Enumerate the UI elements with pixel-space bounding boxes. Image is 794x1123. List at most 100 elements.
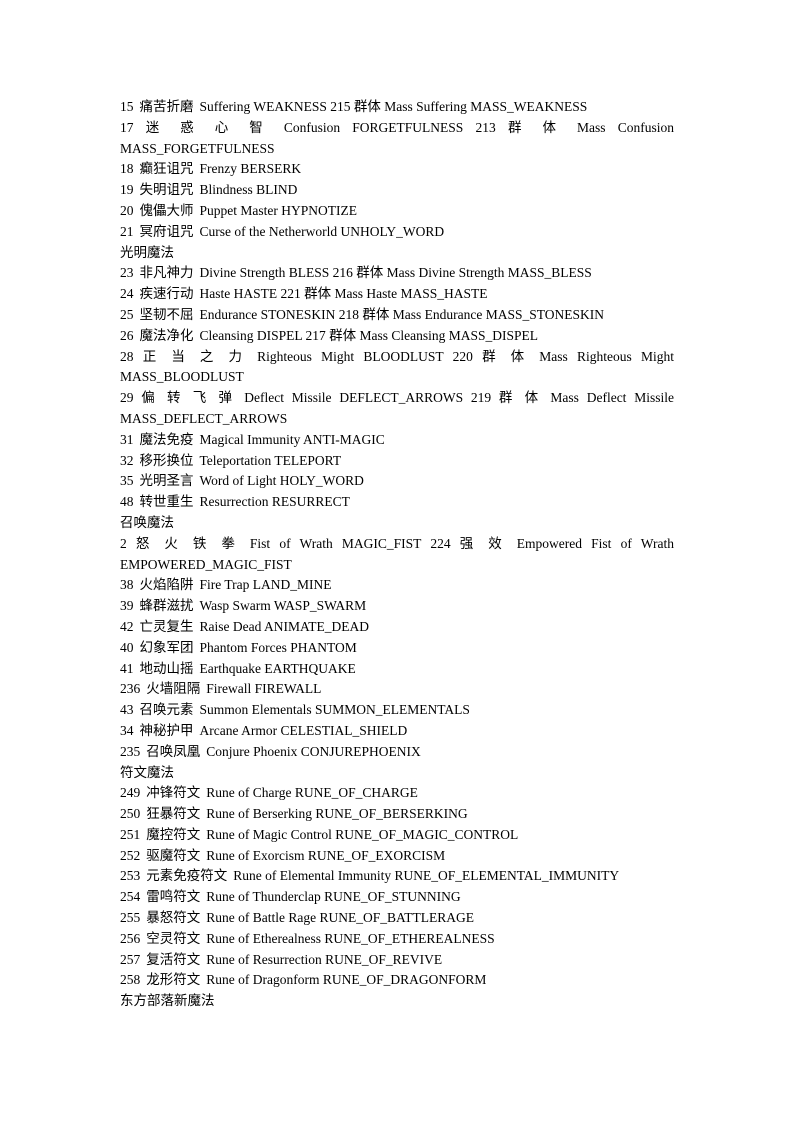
spell-chinese-name: 魔法净化	[139, 327, 194, 343]
spell-entry: 251 魔控符文 Rune of Magic Control RUNE_OF_MAG…	[120, 825, 674, 846]
spell-entry: 258 龙形符文 Rune of Dragonform RUNE_OF_DRAGON…	[120, 970, 674, 991]
spell-entry-line-1: 17 迷 惑 心 智 Confusion FORGETFULNESS 213 群…	[120, 119, 674, 135]
spell-chinese-name: 狂暴符文	[146, 806, 201, 822]
spell-chinese-name: 光明圣言	[139, 473, 194, 489]
document-page: 15 痛苦折磨 Suffering WEAKNESS 215 群体 Mass Suf…	[120, 97, 674, 1012]
spell-english-name: Frenzy BERSERK	[199, 161, 302, 177]
spell-id: 43	[120, 702, 134, 718]
spell-id: 252	[120, 847, 141, 863]
spell-entry: 19 失明诅咒 Blindness BLIND	[120, 180, 674, 201]
spell-entry: 255 暴怒符文 Rune of Battle Rage RUNE_OF_BATTL…	[120, 908, 674, 929]
spell-entry: 35 光明圣言 Word of Light HOLY_WORD	[120, 471, 674, 492]
spell-id: 251	[120, 826, 141, 842]
spell-english-name: Rune of Thunderclap RUNE_OF_STUNNING	[206, 889, 461, 905]
spell-id: 19	[120, 182, 134, 198]
spell-chinese-name: 冥府诅咒	[139, 223, 194, 239]
spell-chinese-name: 地动山摇	[139, 660, 194, 676]
spell-english-name: Raise Dead ANIMATE_DEAD	[199, 618, 369, 634]
spell-chinese-name: 魔法免疫	[139, 431, 194, 447]
spell-entry: 39 蜂群滋扰 Wasp Swarm WASP_SWARM	[120, 596, 674, 617]
spell-english-name: Wasp Swarm WASP_SWARM	[199, 598, 367, 614]
spell-english-name: Firewall FIREWALL	[206, 681, 322, 697]
spell-chinese-name: 火焰陷阱	[139, 577, 194, 593]
spell-id: 31	[120, 431, 134, 447]
section-heading: 东方部落新魔法	[120, 993, 215, 1009]
spell-chinese-name: 幻象军团	[139, 639, 194, 655]
spell-english-name: Blindness BLIND	[199, 182, 298, 198]
spell-chinese-name: 失明诅咒	[139, 182, 194, 198]
spell-id: 249	[120, 785, 141, 801]
spell-english-name: Rune of Berserking RUNE_OF_BERSERKING	[206, 806, 468, 822]
spell-entry-line-2: MASS_DEFLECT_ARROWS	[120, 410, 288, 426]
spell-english-name: Rune of Charge RUNE_OF_CHARGE	[206, 785, 418, 801]
spell-chinese-name: 召唤凤凰	[146, 743, 201, 759]
spell-id: 250	[120, 806, 141, 822]
spell-entry: 20 傀儡大师 Puppet Master HYPNOTIZE	[120, 201, 674, 222]
spell-id: 253	[120, 868, 141, 884]
spell-entry: 21 冥府诅咒 Curse of the Netherworld UNHOLY_WO…	[120, 222, 674, 243]
spell-id: 48	[120, 494, 134, 510]
spell-english-name: Cleansing DISPEL 217 群体 Mass Cleansing M…	[199, 327, 539, 343]
spell-english-name: Resurrection RESURRECT	[199, 494, 350, 510]
spell-entry: 250 狂暴符文 Rune of Berserking RUNE_OF_BERSER…	[120, 804, 674, 825]
spell-id: 257	[120, 951, 141, 967]
spell-entry: 15 痛苦折磨 Suffering WEAKNESS 215 群体 Mass Suf…	[120, 97, 674, 118]
spell-chinese-name: 坚韧不屈	[139, 306, 194, 322]
spell-entry: 31 魔法免疫 Magical Immunity ANTI-MAGIC	[120, 430, 674, 451]
spell-entry: 257 复活符文 Rune of Resurrection RUNE_OF_REVI…	[120, 950, 674, 971]
spell-english-name: Endurance STONESKIN 218 群体 Mass Enduranc…	[199, 306, 604, 322]
spell-english-name: Curse of the Netherworld UNHOLY_WORD	[199, 223, 445, 239]
spell-entry: 25 坚韧不屈 Endurance STONESKIN 218 群体 Mass En…	[120, 305, 674, 326]
spell-entry: 236 火墙阻隔 Firewall FIREWALL	[120, 679, 674, 700]
spell-english-name: Teleportation TELEPORT	[199, 452, 342, 468]
spell-id: 23	[120, 265, 134, 281]
spell-id: 235	[120, 743, 141, 759]
spell-entry: 24 疾速行动 Haste HASTE 221 群体 Mass Haste MASS…	[120, 284, 674, 305]
spell-entry-line-2: MASS_BLOODLUST	[120, 369, 244, 385]
spell-id: 236	[120, 681, 141, 697]
spell-entry-line-2: EMPOWERED_MAGIC_FIST	[120, 556, 292, 572]
spell-chinese-name: 神秘护甲	[139, 722, 194, 738]
spell-id: 21	[120, 223, 134, 239]
spell-chinese-name: 火墙阻隔	[146, 681, 201, 697]
spell-english-name: Suffering WEAKNESS 215 群体 Mass Suffering…	[199, 99, 588, 114]
spell-entry: 253 元素免疫符文 Rune of Elemental Immunity RUNE…	[120, 866, 674, 887]
spell-chinese-name: 疾速行动	[139, 286, 194, 302]
spell-chinese-name: 移形换位	[139, 452, 194, 468]
spell-english-name: Phantom Forces PHANTOM	[199, 639, 357, 655]
section-heading: 符文魔法	[120, 764, 174, 780]
spell-id: 258	[120, 972, 141, 988]
spell-entry: 256 空灵符文 Rune of Etherealness RUNE_OF_ETHE…	[120, 929, 674, 950]
spell-entry: 32 移形换位 Teleportation TELEPORT	[120, 451, 674, 472]
spell-english-name: Rune of Resurrection RUNE_OF_REVIVE	[206, 951, 443, 967]
spell-english-name: Puppet Master HYPNOTIZE	[199, 202, 357, 218]
spell-id: 26	[120, 327, 134, 343]
spell-id: 25	[120, 306, 134, 322]
spell-english-name: Rune of Battle Rage RUNE_OF_BATTLERAGE	[206, 910, 474, 926]
spell-id: 35	[120, 473, 134, 489]
spell-chinese-name: 冲锋符文	[146, 785, 201, 801]
spell-chinese-name: 傀儡大师	[139, 202, 194, 218]
spell-chinese-name: 暴怒符文	[146, 910, 201, 926]
spell-entry: 43 召唤元素 Summon Elementals SUMMON_ELEMENTAL…	[120, 700, 674, 721]
spell-entry: 254 雷鸣符文 Rune of Thunderclap RUNE_OF_STUNN…	[120, 887, 674, 908]
spell-chinese-name: 召唤元素	[139, 702, 194, 718]
spell-english-name: Rune of Magic Control RUNE_OF_MAGIC_CONT…	[206, 826, 519, 842]
spell-chinese-name: 龙形符文	[146, 972, 201, 988]
spell-id: 24	[120, 286, 134, 302]
spell-english-name: Conjure Phoenix CONJUREPHOENIX	[206, 743, 421, 759]
spell-id: 256	[120, 930, 141, 946]
spell-english-name: Word of Light HOLY_WORD	[199, 473, 364, 489]
spell-english-name: Haste HASTE 221 群体 Mass Haste MASS_HASTE	[199, 286, 488, 302]
spell-entry: 252 驱魔符文 Rune of Exorcism RUNE_OF_EXORCISM	[120, 846, 674, 867]
section-heading: 召唤魔法	[120, 514, 174, 530]
spell-english-name: Divine Strength BLESS 216 群体 Mass Divine…	[199, 265, 592, 281]
spell-chinese-name: 亡灵复生	[139, 618, 194, 634]
spell-id: 18	[120, 161, 134, 177]
spell-entry: 235 召唤凤凰 Conjure Phoenix CONJUREPHOENIX	[120, 742, 674, 763]
spell-entry: 23 非凡神力 Divine Strength BLESS 216 群体 Mass …	[120, 263, 674, 284]
spell-id: 20	[120, 202, 134, 218]
spell-entry-line-1: 29 偏 转 飞 弹 Deflect Missile DEFLECT_ARROW…	[120, 390, 674, 406]
spell-id: 15	[120, 99, 134, 114]
spell-chinese-name: 元素免疫符文	[146, 868, 228, 884]
